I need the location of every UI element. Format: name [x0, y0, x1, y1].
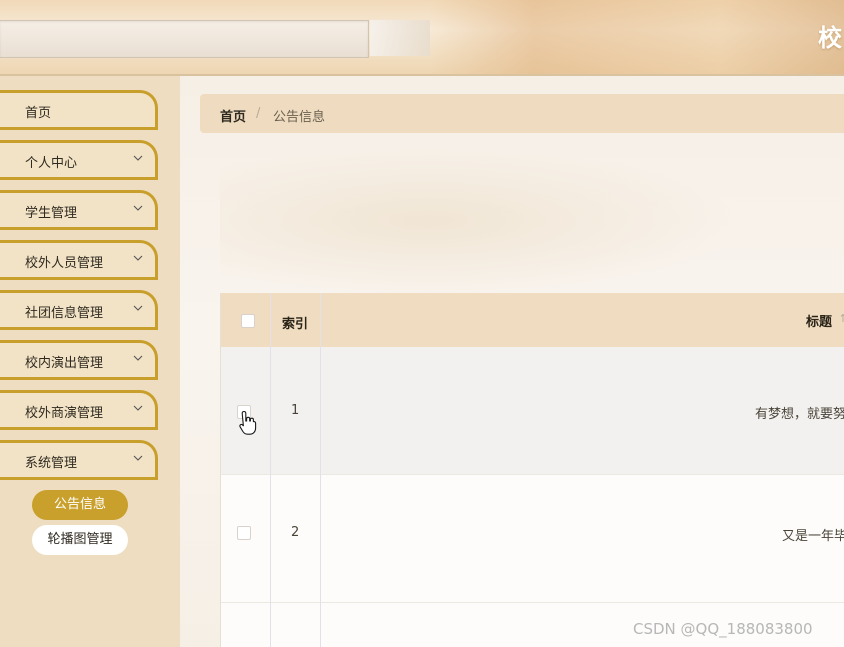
- sidebar-item-student-management[interactable]: 学生管理: [0, 190, 158, 230]
- sidebar-item-club-info[interactable]: 社团信息管理: [0, 290, 158, 330]
- sidebar: 首页 个人中心 学生管理 校外人员管理 社团信息管理 校内演出管理 校外商演管理…: [0, 76, 180, 647]
- chevron-down-icon: [133, 155, 143, 161]
- sidebar-item-label: 学生管理: [25, 206, 78, 221]
- chevron-down-icon: [133, 455, 143, 461]
- table-header: 索引 标题 ⇅: [221, 293, 844, 348]
- sidebar-item-commercial-performance[interactable]: 校外商演管理: [0, 390, 158, 430]
- sidebar-item-home[interactable]: 首页: [0, 90, 158, 130]
- sort-icon[interactable]: ⇅: [840, 312, 844, 325]
- header-search-bar[interactable]: [0, 20, 369, 58]
- sidebar-item-system-management[interactable]: 系统管理: [0, 440, 158, 480]
- chevron-down-icon: [133, 355, 143, 361]
- column-header-title[interactable]: 标题: [806, 311, 832, 330]
- header-decoration: [430, 0, 844, 74]
- select-all-checkbox[interactable]: [241, 314, 255, 328]
- table-row[interactable]: 1 有梦想，就要努: [221, 347, 844, 475]
- announcements-table: 索引 标题 ⇅ 1 有梦想，就要努 2 又是一年毕: [220, 293, 844, 647]
- watermark: CSDN @QQ_188083800: [633, 620, 813, 638]
- row-title: 又是一年毕: [782, 529, 844, 544]
- breadcrumb-separator: /: [256, 106, 261, 121]
- sidebar-item-label: 校外人员管理: [25, 256, 104, 271]
- breadcrumb-home[interactable]: 首页: [220, 106, 246, 125]
- row-index: 1: [291, 403, 300, 418]
- sidebar-item-label: 校外商演管理: [25, 406, 104, 421]
- header-search-highlight: [370, 20, 430, 56]
- breadcrumb-current: 公告信息: [273, 110, 326, 125]
- sidebar-item-label: 系统管理: [25, 456, 78, 471]
- sidebar-subitem-announcements[interactable]: 公告信息: [32, 490, 128, 520]
- table-row[interactable]: 2 又是一年毕: [221, 475, 844, 603]
- sidebar-subitem-carousel[interactable]: 轮播图管理: [32, 525, 128, 555]
- chevron-down-icon: [133, 405, 143, 411]
- background-decoration: [220, 146, 740, 296]
- sidebar-item-campus-performance[interactable]: 校内演出管理: [0, 340, 158, 380]
- chevron-down-icon: [133, 305, 143, 311]
- sidebar-item-label: 社团信息管理: [25, 306, 104, 321]
- column-divider: [320, 293, 321, 647]
- chevron-down-icon: [133, 255, 143, 261]
- sidebar-item-external-staff[interactable]: 校外人员管理: [0, 240, 158, 280]
- sidebar-item-label: 个人中心: [25, 156, 78, 171]
- row-checkbox[interactable]: [237, 526, 251, 540]
- top-header: 校: [0, 0, 844, 76]
- sidebar-item-label: 首页: [25, 106, 52, 121]
- chevron-down-icon: [133, 205, 143, 211]
- column-divider: [270, 293, 271, 647]
- main-content: 首页 / 公告信息 索引 标题 ⇅ 1 有梦想，就要努 2 又是一年毕: [180, 76, 844, 647]
- app-title: 校: [818, 24, 842, 52]
- sidebar-item-personal-center[interactable]: 个人中心: [0, 140, 158, 180]
- row-index: 2: [291, 525, 300, 540]
- breadcrumb: 首页 / 公告信息: [200, 94, 844, 133]
- row-title: 有梦想，就要努: [755, 407, 844, 422]
- sidebar-item-label: 校内演出管理: [25, 356, 104, 371]
- column-header-index: 索引: [282, 317, 309, 332]
- hand-pointer-icon: [239, 410, 257, 435]
